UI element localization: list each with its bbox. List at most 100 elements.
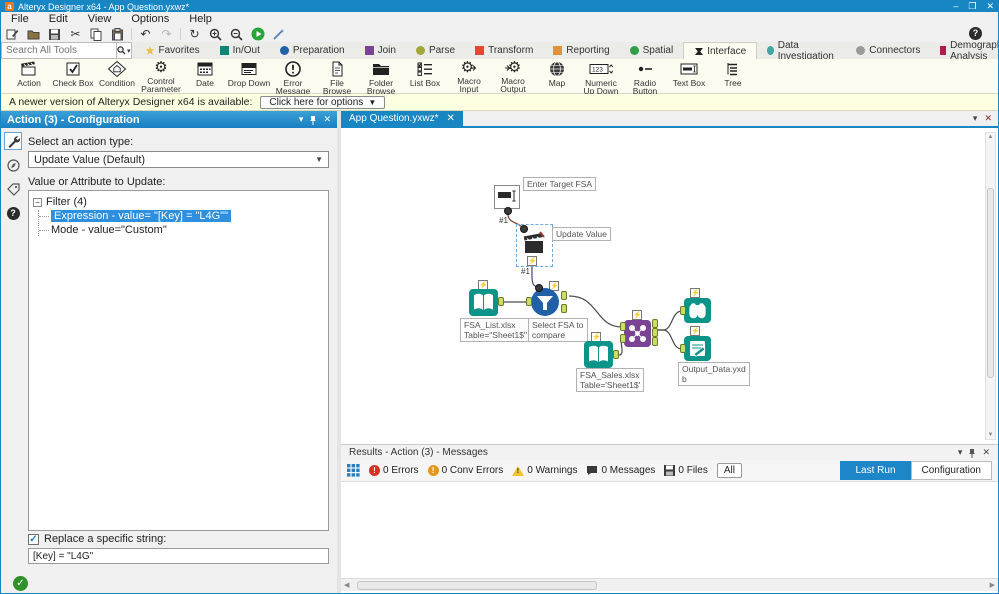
tab-join[interactable]: Join xyxy=(355,42,406,59)
true-output-anchor[interactable] xyxy=(561,291,567,300)
wand-icon[interactable] xyxy=(271,27,286,41)
configuration-button[interactable]: Configuration xyxy=(910,461,992,480)
palette-tool-drop-down[interactable]: Drop Down xyxy=(227,60,271,93)
search-options-button[interactable]: ▾ xyxy=(117,42,132,59)
menu-options[interactable]: Options xyxy=(131,13,169,25)
false-output-anchor[interactable] xyxy=(561,304,567,313)
results-close-icon[interactable]: ✕ xyxy=(982,447,990,458)
grid-view-icon[interactable] xyxy=(347,464,360,477)
scroll-up-icon[interactable]: ▲ xyxy=(986,134,995,140)
minimize-button[interactable]: – xyxy=(953,2,958,11)
lightning-anchor-icon[interactable]: ⚡ xyxy=(632,310,642,320)
panel-close-icon[interactable]: ✕ xyxy=(323,114,331,125)
workflow-canvas[interactable]: Enter Target FSA #1 Update Value ⚡ #1 ⚡ … xyxy=(341,130,998,444)
node-action-update-value[interactable] xyxy=(521,230,548,256)
tab-reporting[interactable]: Reporting xyxy=(543,42,619,59)
palette-tool-numeric-up-down[interactable]: 123 Numeric Up Down xyxy=(579,60,623,95)
replace-string-input[interactable] xyxy=(28,548,329,564)
input-anchor[interactable] xyxy=(680,306,686,315)
input-anchor[interactable] xyxy=(680,344,686,353)
paste-icon[interactable] xyxy=(110,27,125,41)
palette-tool-list-box[interactable]: List Box xyxy=(403,60,447,93)
cut-icon[interactable]: ✂ xyxy=(68,27,83,41)
input-anchor[interactable] xyxy=(526,297,532,306)
palette-tool-text-box[interactable]: Text Box xyxy=(667,60,711,93)
tree-item-expression[interactable]: Expression - value= "[Key] = "L4G"" xyxy=(39,210,324,222)
palette-tool-check-box[interactable]: Check Box xyxy=(51,60,95,93)
tab-parse[interactable]: Parse xyxy=(406,42,465,59)
help-tab-icon[interactable]: ? xyxy=(4,204,22,222)
zoom-in-icon[interactable] xyxy=(208,27,223,41)
tree-item-mode[interactable]: Mode - value="Custom" xyxy=(39,224,324,236)
configuration-tab-icon[interactable] xyxy=(4,132,22,150)
output-anchor[interactable] xyxy=(613,350,619,359)
tab-in-out[interactable]: In/Out xyxy=(210,42,270,59)
node-input-fsa-list[interactable] xyxy=(469,289,498,316)
search-input[interactable] xyxy=(1,42,117,59)
right-output-anchor[interactable] xyxy=(652,337,658,346)
undo-icon[interactable]: ↶ xyxy=(138,27,153,41)
scroll-right-icon[interactable]: ▶ xyxy=(990,581,995,589)
palette-tool-tree[interactable]: Tree xyxy=(711,60,755,93)
filter-all-button[interactable]: All xyxy=(716,463,742,478)
update-options-button[interactable]: Click here for options ▼ xyxy=(260,95,386,109)
scroll-down-icon[interactable]: ▼ xyxy=(986,432,995,438)
navigation-tab-icon[interactable] xyxy=(4,156,22,174)
palette-tool-map[interactable]: Map xyxy=(535,60,579,93)
warnings-counter[interactable]: 0 Warnings xyxy=(512,465,577,476)
palette-tool-action[interactable]: Action xyxy=(7,60,51,93)
replace-string-checkbox[interactable]: ✓ xyxy=(28,533,39,545)
interface-anchor-icon[interactable] xyxy=(504,207,512,215)
restore-button[interactable]: ❐ xyxy=(968,2,976,11)
menu-file[interactable]: File xyxy=(11,13,29,25)
scroll-left-icon[interactable]: ◀ xyxy=(344,581,349,589)
tab-favorites[interactable]: Favorites xyxy=(136,42,210,59)
interface-anchor-icon[interactable] xyxy=(520,225,528,233)
last-run-button[interactable]: Last Run xyxy=(840,461,911,480)
palette-tool-folder-browse[interactable]: Folder Browse xyxy=(359,60,403,95)
left-output-anchor[interactable] xyxy=(652,319,658,328)
results-pin-icon[interactable] xyxy=(968,448,976,458)
workflow-tab-close-icon[interactable]: ✕ xyxy=(447,113,455,124)
lightning-anchor-icon[interactable]: ⚡ xyxy=(690,288,700,298)
left-input-anchor[interactable] xyxy=(620,322,626,331)
annotation-tab-icon[interactable] xyxy=(4,180,22,198)
right-input-anchor[interactable] xyxy=(620,334,626,343)
tab-connectors[interactable]: Connectors xyxy=(846,42,930,59)
menu-help[interactable]: Help xyxy=(189,13,212,25)
panel-menu-icon[interactable]: ▾ xyxy=(299,114,304,125)
tab-close-all-icon[interactable]: ✕ xyxy=(984,113,992,124)
scrollbar-thumb[interactable] xyxy=(987,188,994,378)
interface-anchor-icon[interactable] xyxy=(535,284,543,292)
node-join[interactable] xyxy=(624,320,651,347)
conv-errors-counter[interactable]: ! 0 Conv Errors xyxy=(427,465,503,476)
redo-icon[interactable]: ↷ xyxy=(159,27,174,41)
scrollbar-thumb[interactable] xyxy=(357,581,597,590)
tab-spatial[interactable]: Spatial xyxy=(620,42,684,59)
pin-icon[interactable] xyxy=(309,115,317,125)
tree-root-row[interactable]: − Filter (4) xyxy=(33,196,324,208)
tab-transform[interactable]: Transform xyxy=(465,42,543,59)
results-menu-icon[interactable]: ▾ xyxy=(958,447,963,458)
tab-list-icon[interactable]: ▾ xyxy=(973,113,978,124)
palette-tool-macro-output[interactable]: ⚙ Macro Output xyxy=(491,60,535,94)
palette-tool-error-message[interactable]: Error Message xyxy=(271,60,315,95)
tab-preparation[interactable]: Preparation xyxy=(270,42,355,59)
results-horizontal-scrollbar[interactable]: ◀ ▶ xyxy=(341,578,998,591)
tab-interface[interactable]: Interface xyxy=(683,42,758,59)
menu-view[interactable]: View xyxy=(88,13,112,25)
run-workflow-icon[interactable] xyxy=(250,27,265,41)
palette-tool-date[interactable]: Date xyxy=(183,60,227,93)
output-anchor[interactable] xyxy=(498,297,504,306)
palette-tool-radio-button[interactable]: Radio Button xyxy=(623,60,667,95)
messages-counter[interactable]: 0 Messages xyxy=(586,465,655,476)
palette-tool-file-browse[interactable]: File Browse xyxy=(315,60,359,95)
new-workflow-icon[interactable] xyxy=(5,27,20,41)
action-type-select[interactable]: Update Value (Default) ▼ xyxy=(28,151,329,168)
tab-demographic-analysis[interactable]: Demographic Analysis xyxy=(930,40,998,62)
palette-tool-control-parameter[interactable]: ⚙ Control Parameter xyxy=(139,60,183,94)
workflow-tab[interactable]: App Question.yxwz* ✕ xyxy=(341,111,463,126)
tab-data-investigation[interactable]: Data Investigation xyxy=(757,40,846,62)
tree-collapse-icon[interactable]: − xyxy=(33,197,42,207)
menu-edit[interactable]: Edit xyxy=(49,13,68,25)
